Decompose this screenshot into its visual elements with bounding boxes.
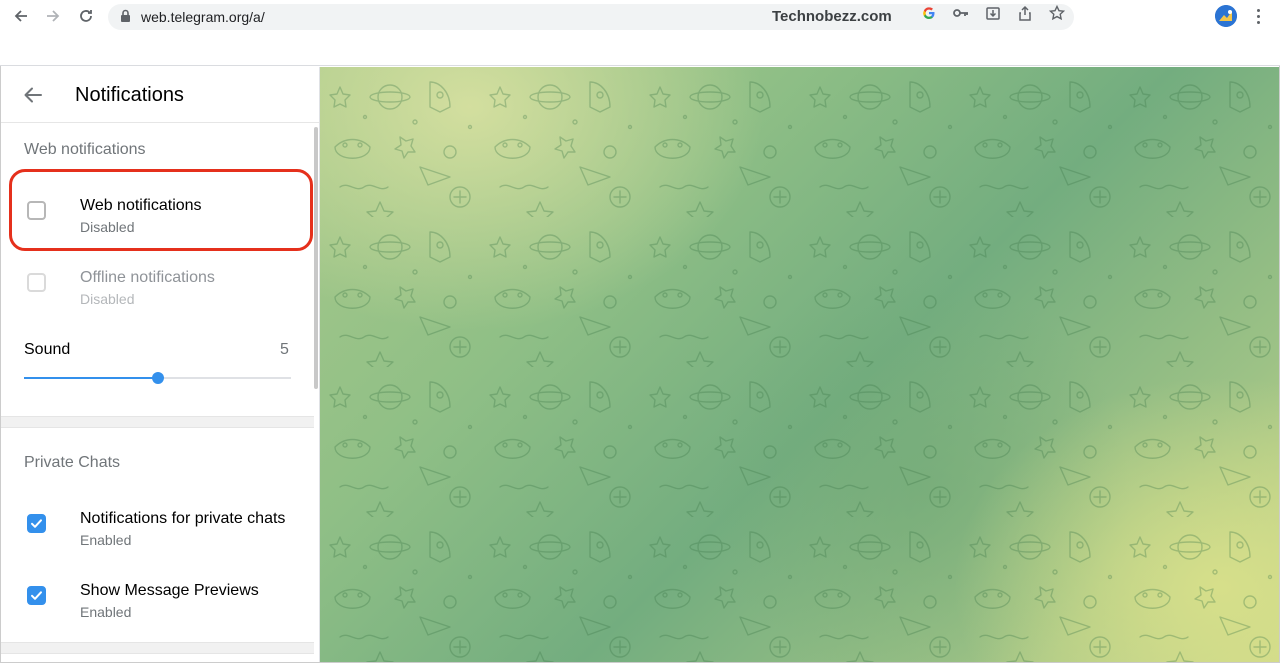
sound-label: Sound — [24, 341, 71, 358]
section-title-web-notifications: Web notifications — [24, 141, 146, 158]
google-icon[interactable] — [920, 4, 938, 22]
row-label: Notifications for private chats — [80, 510, 286, 527]
sound-value: 5 — [280, 341, 289, 358]
settings-panel: Notifications Web notifications Web noti… — [1, 67, 320, 662]
message-previews-toggle[interactable]: Show Message Previews Enabled — [1, 582, 313, 642]
share-icon[interactable] — [1016, 4, 1034, 22]
install-app-icon[interactable] — [984, 4, 1002, 22]
row-status: Disabled — [80, 291, 135, 307]
chat-wallpaper — [320, 67, 1279, 662]
checkmark-icon — [31, 519, 42, 528]
lock-icon — [120, 9, 131, 28]
panel-header: Notifications — [1, 67, 319, 123]
message-previews-checkbox[interactable] — [27, 586, 46, 605]
url-text[interactable]: web.telegram.org/a/ — [141, 9, 265, 25]
back-button[interactable] — [19, 81, 47, 109]
slider-thumb[interactable] — [152, 372, 164, 384]
arrow-left-icon — [24, 87, 42, 103]
checkmark-icon — [31, 591, 42, 600]
browser-toolbar: web.telegram.org/a/ Technobezz.com — [0, 0, 1280, 66]
section-title-private-chats: Private Chats — [24, 454, 121, 471]
row-label: Show Message Previews — [80, 582, 259, 599]
scrollbar[interactable] — [314, 127, 318, 389]
row-status: Enabled — [80, 532, 132, 548]
offline-notifications-checkbox[interactable] — [27, 273, 46, 292]
key-icon[interactable] — [952, 4, 970, 22]
offline-notifications-toggle[interactable]: Offline notifications Disabled — [1, 269, 313, 329]
watermark-text: Technobezz.com — [772, 8, 892, 25]
highlight-annotation — [9, 169, 313, 251]
section-divider — [1, 416, 314, 428]
section-divider — [1, 642, 314, 654]
page-title: Notifications — [75, 84, 184, 106]
forward-arrow-icon[interactable] — [42, 5, 64, 27]
profile-avatar[interactable] — [1215, 5, 1237, 27]
row-label: Offline notifications — [80, 269, 215, 286]
slider-fill — [24, 377, 158, 379]
reload-icon[interactable] — [75, 5, 97, 27]
back-arrow-icon[interactable] — [10, 5, 32, 27]
private-chats-checkbox[interactable] — [27, 514, 46, 533]
row-status: Enabled — [80, 604, 132, 620]
bookmark-star-icon[interactable] — [1048, 4, 1066, 22]
private-chats-notifications-toggle[interactable]: Notifications for private chats Enabled — [1, 510, 313, 570]
browser-menu-icon[interactable] — [1252, 5, 1264, 27]
sound-slider[interactable] — [24, 369, 291, 387]
doodle-pattern — [320, 67, 1279, 662]
